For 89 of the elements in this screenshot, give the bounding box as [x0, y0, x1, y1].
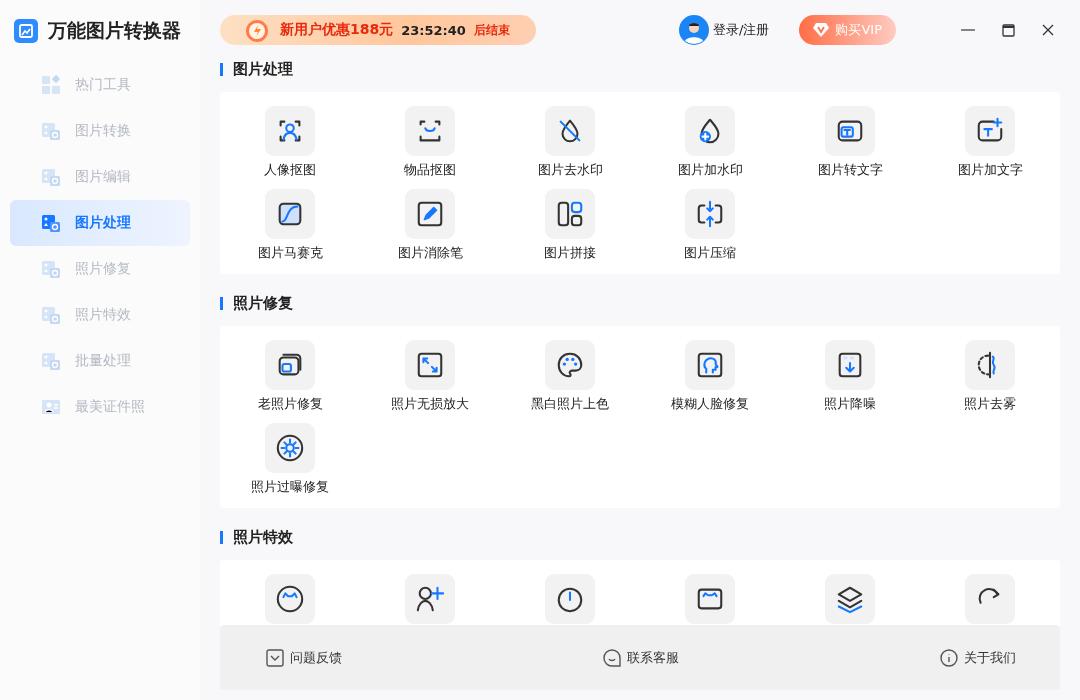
sidebar-icon	[41, 167, 61, 187]
tool-button[interactable]	[965, 106, 1015, 156]
tool-button[interactable]	[965, 574, 1015, 624]
tool-button[interactable]	[825, 340, 875, 390]
section-marker	[220, 296, 223, 310]
tool-button[interactable]	[965, 340, 1015, 390]
sidebar-icon	[41, 75, 61, 95]
tool-label: 照片无损放大	[391, 396, 469, 413]
tool-button[interactable]	[685, 340, 735, 390]
countdown-timer: 23:52:40	[401, 22, 466, 38]
tool-label: 图片马赛克	[257, 245, 323, 262]
tool-icon	[415, 199, 445, 229]
tool-button[interactable]	[545, 106, 595, 156]
tool-button[interactable]	[545, 340, 595, 390]
section-marker	[220, 530, 223, 544]
sidebar-item[interactable]: 照片特效	[10, 292, 190, 338]
tool-button[interactable]	[825, 106, 875, 156]
tool-button[interactable]	[405, 189, 455, 239]
sidebar-item[interactable]: 图片编辑	[10, 154, 190, 200]
sidebar-icon	[41, 259, 61, 279]
tool-button[interactable]	[405, 106, 455, 156]
promo-text: 新用户优惠188元	[280, 21, 394, 39]
tool-button[interactable]	[685, 106, 735, 156]
tool-icon	[415, 350, 445, 380]
tool-label: 人像抠图	[264, 162, 316, 179]
avatar-icon	[679, 15, 710, 45]
tool-label: 图片拼接	[544, 245, 596, 262]
diamond-icon	[813, 23, 830, 37]
maximize-icon	[1001, 23, 1015, 37]
tool-button[interactable]	[405, 574, 455, 624]
sidebar-icon	[41, 351, 61, 371]
sidebar-icon	[41, 397, 61, 417]
tool-icon	[835, 584, 865, 614]
tool-button[interactable]	[545, 189, 595, 239]
tool-icon	[555, 350, 585, 380]
tool-button[interactable]	[265, 189, 315, 239]
tool-icon	[415, 584, 445, 614]
tool-label: 图片加水印	[677, 162, 743, 179]
section-marker	[220, 62, 223, 76]
sidebar-icon	[41, 213, 61, 233]
tool-label: 图片压缩	[684, 245, 736, 262]
info-icon	[940, 648, 958, 667]
tool-label: 图片转文字	[817, 162, 883, 179]
sidebar-icon	[41, 305, 61, 325]
tool-button[interactable]	[825, 574, 875, 624]
tool-button[interactable]	[265, 574, 315, 624]
promo-banner[interactable]: 新用户优惠188元 23:52:40 后结束	[220, 15, 536, 45]
tool-label: 模糊人脸修复	[671, 396, 749, 413]
tool-button[interactable]	[545, 574, 595, 624]
tool-button[interactable]	[685, 574, 735, 624]
tool-label: 照片降噪	[824, 396, 876, 413]
tool-label: 物品抠图	[404, 162, 456, 179]
section-title: 图片处理	[233, 59, 293, 79]
promo-suffix: 后结束	[473, 21, 510, 39]
footer-link[interactable]: 联系客服	[603, 648, 679, 667]
footer-link[interactable]: 关于我们	[940, 648, 1016, 667]
tool-label: 老照片修复	[257, 396, 323, 413]
section-title: 照片特效	[233, 527, 293, 547]
chat-bubble-icon	[603, 648, 621, 667]
tool-button[interactable]	[265, 423, 315, 473]
tool-label: 黑白照片上色	[531, 396, 609, 413]
tool-button[interactable]	[405, 340, 455, 390]
tool-label: 图片消除笔	[397, 245, 463, 262]
tool-label: 图片加文字	[957, 162, 1023, 179]
buy-vip-button[interactable]: 购买VIP	[799, 15, 896, 45]
tool-label: 图片去水印	[537, 162, 603, 179]
sidebar-item[interactable]: 图片转换	[10, 108, 190, 154]
tool-button[interactable]	[265, 340, 315, 390]
tool-icon	[555, 199, 585, 229]
sidebar-item[interactable]: 图片处理	[10, 200, 190, 246]
mail-icon	[266, 648, 284, 667]
tool-button[interactable]	[685, 189, 735, 239]
sidebar-item[interactable]: 照片修复	[10, 246, 190, 292]
tool-icon	[695, 199, 725, 229]
footer-link[interactable]: 问题反馈	[266, 648, 342, 667]
sidebar-item[interactable]: 批量处理	[10, 338, 190, 384]
login-link[interactable]: 登录/注册	[679, 15, 770, 45]
section-title: 照片修复	[233, 293, 293, 313]
app-title: 万能图片转换器	[48, 18, 181, 43]
tool-label: 照片过曝修复	[251, 479, 329, 496]
app-logo-icon	[14, 19, 38, 43]
sidebar-icon	[41, 121, 61, 141]
tool-icon	[275, 433, 305, 463]
sidebar-item[interactable]: 热门工具	[10, 62, 190, 108]
tool-icon	[275, 584, 305, 614]
tool-icon	[695, 350, 725, 380]
tool-label: 照片去雾	[964, 396, 1016, 413]
close-icon	[1042, 24, 1054, 36]
sidebar-item[interactable]: 最美证件照	[10, 384, 190, 430]
